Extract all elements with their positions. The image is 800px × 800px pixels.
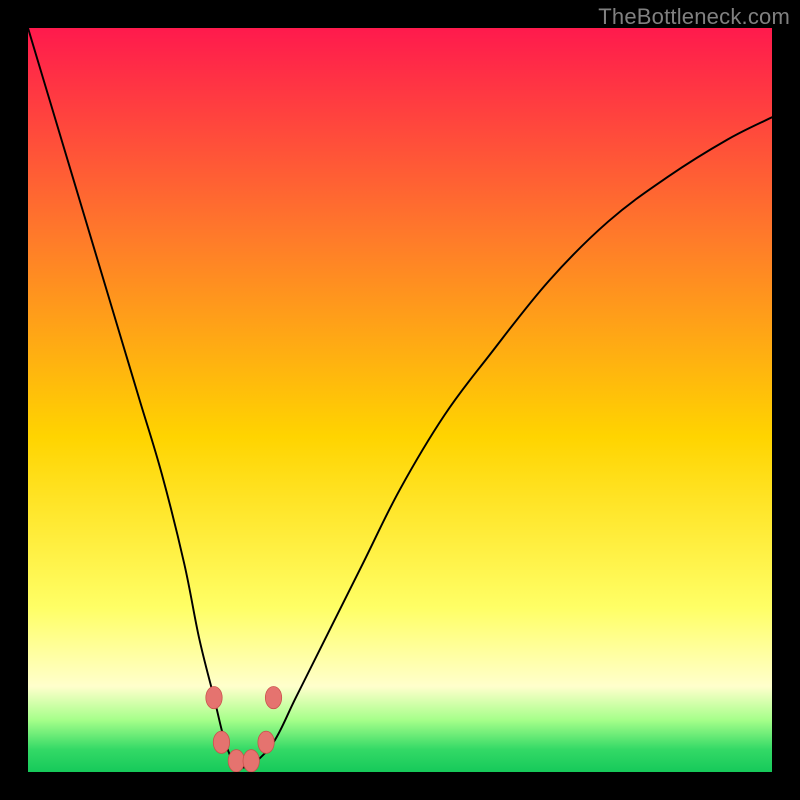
curve-marker [213, 731, 229, 753]
curve-layer [28, 28, 772, 772]
curve-marker [243, 750, 259, 772]
curve-marker [228, 750, 244, 772]
curve-marker [206, 686, 222, 708]
chart-frame [28, 28, 772, 772]
curve-marker [258, 731, 274, 753]
watermark-text: TheBottleneck.com [598, 4, 790, 30]
plot-area [28, 28, 772, 772]
curve-marker [265, 686, 281, 708]
bottleneck-curve [28, 28, 772, 768]
curve-markers [206, 686, 282, 772]
